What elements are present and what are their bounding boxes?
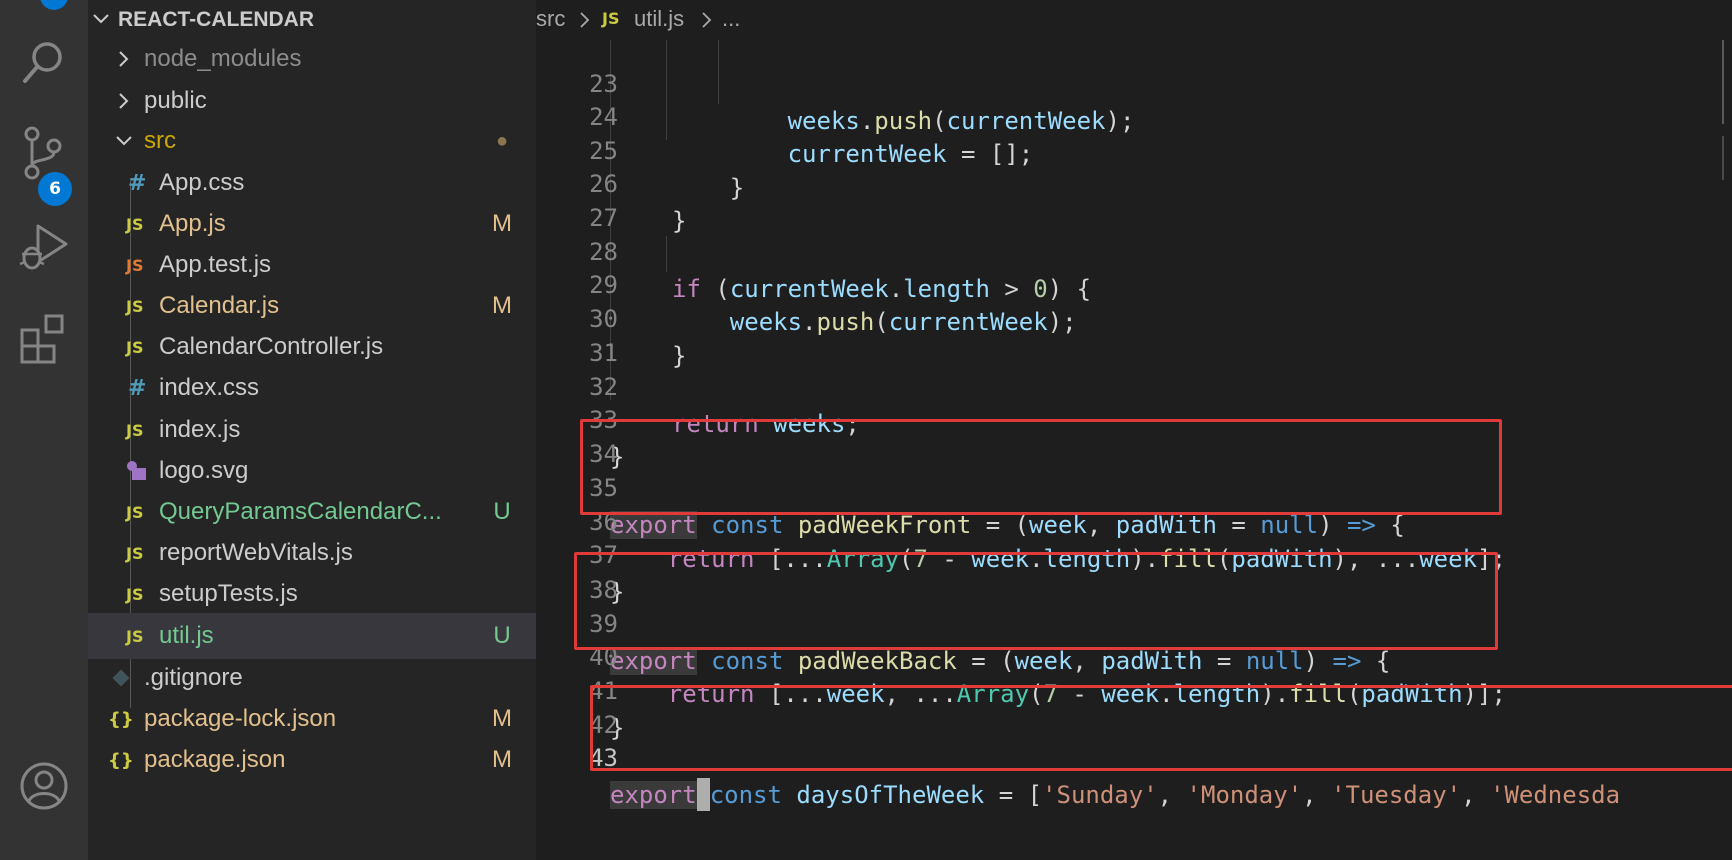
account-icon[interactable] (0, 760, 88, 812)
root-folder-label: REACT-CALENDAR (118, 8, 314, 31)
git-status: M (492, 746, 512, 773)
code-line[interactable]: 26 } (536, 129, 1732, 235)
code-editor[interactable]: src JS util.js ... 23 weeks.push(current… (536, 0, 1732, 860)
chevron-down-icon (93, 14, 109, 24)
code-line[interactable]: 29 weeks.push(currentWeek); (536, 230, 1732, 336)
code-line[interactable]: 32 return weeks; (536, 332, 1732, 438)
js-file-icon: JS (126, 420, 144, 440)
tree-item-label: package-lock.json (144, 705, 337, 732)
tree-item-label: index.js (159, 416, 241, 443)
text-cursor (696, 777, 710, 811)
code-line[interactable]: 33 } (536, 365, 1732, 471)
chevron-right-icon (580, 12, 590, 28)
chevron-down-icon (116, 136, 132, 146)
git-file-icon (112, 669, 130, 687)
tree-item-label: node_modules (144, 45, 302, 72)
tree-item-label: src (144, 127, 176, 154)
search-icon[interactable] (0, 38, 88, 86)
tree-item-index-css[interactable]: # index.css (88, 365, 536, 411)
tree-item-package-json[interactable]: {} package.json M (88, 737, 536, 783)
git-status: M (492, 292, 512, 319)
tree-item-node-modules[interactable]: node_modules (88, 36, 536, 82)
css-file-icon: # (128, 375, 147, 401)
git-status: U (493, 498, 511, 525)
tree-item-package-lock-json[interactable]: {} package-lock.json M (88, 696, 536, 742)
tree-item-index-js[interactable]: JS index.js (88, 407, 536, 453)
tree-item-label: QueryParamsCalendarC... (159, 498, 442, 525)
highlight-box-days-of-the-week (590, 685, 1732, 771)
svg-file-icon (127, 461, 146, 480)
tree-item-label: index.css (159, 374, 260, 401)
tree-item-report-web-vitals-js[interactable]: JS reportWebVitals.js (88, 530, 536, 576)
code-line[interactable]: 30 } (536, 264, 1732, 370)
tree-item-gitignore[interactable]: .gitignore (88, 655, 536, 701)
extensions-icon[interactable] (0, 312, 88, 364)
activity-bar: 6 (0, 0, 88, 860)
tree-item-calendar-js[interactable]: JS Calendar.js M (88, 283, 536, 329)
js-file-icon: JS (126, 337, 144, 357)
tree-item-label: App.css (159, 169, 245, 196)
tree-item-label: logo.svg (159, 457, 249, 484)
explorer-root-folder[interactable]: REACT-CALENDAR (88, 0, 536, 40)
git-status: M (492, 210, 512, 237)
tree-item-calendar-controller-js[interactable]: JS CalendarController.js (88, 324, 536, 370)
code-line[interactable]: 31 (536, 298, 1732, 367)
js-test-file-icon: JS (126, 255, 144, 275)
tree-item-label: util.js (159, 622, 214, 649)
tree-item-util-js[interactable]: JS util.js U (88, 613, 536, 659)
source-control-badge: 6 (38, 172, 72, 206)
js-file-icon: JS (126, 296, 144, 316)
tree-item-logo-svg[interactable]: logo.svg (88, 448, 536, 494)
js-file-icon: JS (126, 543, 144, 563)
tree-item-label: setupTests.js (159, 580, 298, 607)
tree-item-label: package.json (144, 746, 286, 773)
json-file-icon: {} (108, 708, 134, 730)
tree-item-label: reportWebVitals.js (159, 539, 353, 566)
explorer-sidebar: REACT-CALENDAR node_modules public src ●… (88, 0, 536, 860)
chevron-right-icon (702, 12, 712, 28)
explorer-badge (40, 0, 68, 10)
code-line[interactable]: 28 if (currentWeek.length > 0) { (536, 197, 1732, 303)
tree-item-label: public (144, 87, 207, 114)
scrollbar-marker (1722, 136, 1724, 180)
run-debug-icon[interactable] (0, 222, 88, 274)
source-control-icon[interactable] (0, 126, 88, 182)
js-file-icon: JS (602, 9, 620, 28)
tree-item-src[interactable]: src ● (88, 118, 536, 164)
tree-item-label: App.test.js (159, 251, 272, 278)
scrollbar-thumb[interactable] (1722, 40, 1724, 124)
tree-item-app-js[interactable]: JS App.js M (88, 201, 536, 247)
js-file-icon: JS (126, 584, 144, 604)
tree-item-label: CalendarController.js (159, 333, 384, 360)
tree-item-app-css[interactable]: # App.css (88, 160, 536, 206)
git-status: U (493, 622, 511, 649)
git-status: M (492, 705, 512, 732)
tree-item-label: Calendar.js (159, 292, 280, 319)
code-line[interactable]: 24 currentWeek = []; (536, 62, 1732, 168)
tree-item-app-test-js[interactable]: JS App.test.js (88, 242, 536, 288)
json-file-icon: {} (108, 749, 134, 771)
highlight-box-pad-week-back (574, 552, 1498, 650)
css-file-icon: # (128, 170, 147, 196)
tree-item-label: .gitignore (144, 664, 243, 691)
js-file-icon: JS (126, 502, 144, 522)
js-file-icon: JS (126, 214, 144, 234)
code-line[interactable]: 25 } (536, 96, 1732, 202)
tree-item-query-params-calendar[interactable]: JS QueryParamsCalendarC... U (88, 489, 536, 535)
tree-item-setup-tests-js[interactable]: JS setupTests.js (88, 571, 536, 617)
tree-item-label: App.js (159, 210, 226, 237)
code-line[interactable]: 23 weeks.push(currentWeek); (536, 29, 1732, 135)
chevron-right-icon (119, 93, 129, 109)
modified-dot-icon: ● (495, 129, 509, 152)
js-file-icon: JS (126, 626, 144, 646)
line-code: export const daysOfTheWeek = ['Sunday', '… (610, 777, 1620, 814)
code-line[interactable]: 27 (536, 163, 1732, 232)
chevron-right-icon (119, 51, 129, 67)
highlight-box-pad-week-front (580, 419, 1502, 515)
